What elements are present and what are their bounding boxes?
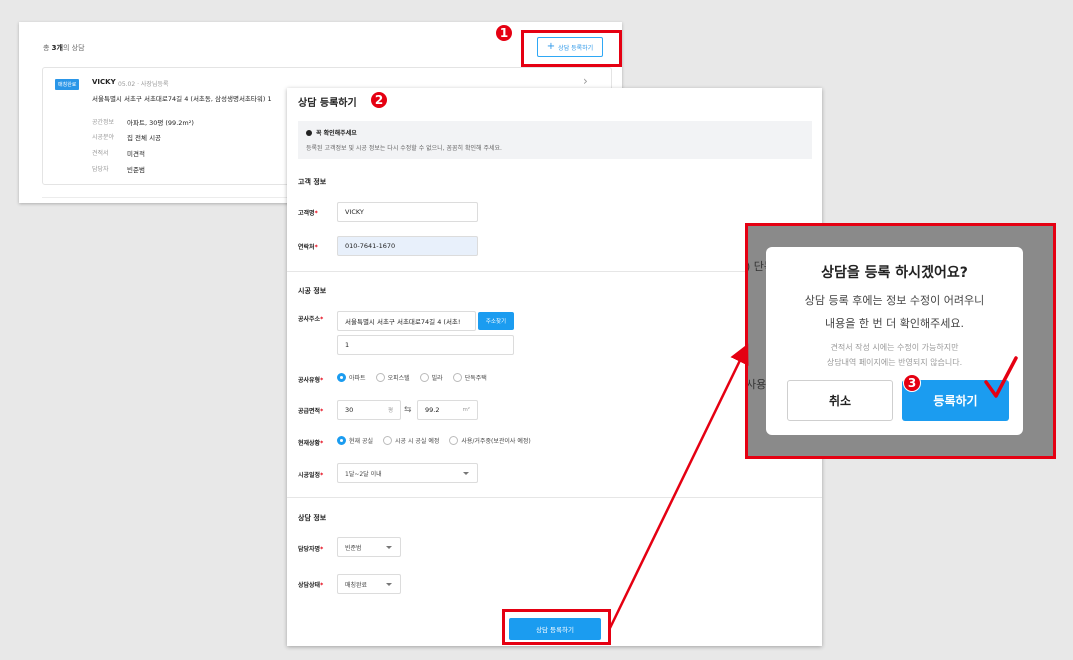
customer-name: VICKY <box>92 78 116 86</box>
chevron-down-icon <box>386 545 392 549</box>
card-address: 서울특별시 서초구 서초대로74길 4 (서초동, 삼성생명서초타워) 1 <box>92 95 272 103</box>
section-customer-info: 고객 정보 <box>298 178 327 186</box>
card-row-value: 집 전체 시공 <box>127 134 162 142</box>
consult-register-form: 상담 등록하기 꼭 확인해주세요 등록된 고객정보 및 시공 정보는 다시 수정… <box>287 88 822 646</box>
construction-type-radio-group: 아파트 오피스텔 빌라 단독주택 <box>337 373 487 382</box>
radio-vacant-planned[interactable]: 시공 시 공실 예정 <box>383 436 439 445</box>
status-badge: 매칭완료 <box>55 79 80 90</box>
card-row-value: 빈준범 <box>127 166 145 174</box>
section-construction-info: 시공 정보 <box>298 287 327 295</box>
radio-officetel[interactable]: 오피스텔 <box>375 373 410 382</box>
card-row-value: 아파트, 30평 (99.2m²) <box>127 119 194 127</box>
notice-title: 꼭 확인해주세요 <box>306 128 357 137</box>
schedule-label: 시공일정* <box>298 472 324 479</box>
radio-house[interactable]: 단독주택 <box>452 373 487 382</box>
notice-box: 꼭 확인해주세요 등록된 고객정보 및 시공 정보는 다시 수정할 수 없으니,… <box>298 121 812 159</box>
manager-label: 담당자명* <box>298 546 324 553</box>
address-search-button[interactable]: 주소찾기 <box>478 312 514 330</box>
step-2-marker: 2 <box>370 91 388 109</box>
notice-text: 등록된 고객정보 및 시공 정보는 다시 수정할 수 없으니, 꼼꼼히 확인해 … <box>306 145 502 152</box>
schedule-select[interactable]: 1달~2달 이내 <box>337 463 478 483</box>
radio-apartment[interactable]: 아파트 <box>337 373 366 382</box>
radio-villa[interactable]: 빌라 <box>419 373 443 382</box>
address-input[interactable]: 서울특별시 서초구 서초대로74길 4 (서초! <box>337 311 476 331</box>
divider <box>287 271 822 272</box>
card-row-label: 공간정보 <box>92 119 115 126</box>
chevron-down-icon <box>386 582 392 586</box>
consult-state-select[interactable]: 매칭완료 <box>337 574 401 594</box>
area-label: 공급면적* <box>298 408 324 415</box>
swap-arrows-icon: ⇆ <box>404 405 412 415</box>
highlight-box-step-1 <box>521 30 622 67</box>
info-dot-icon <box>306 129 312 136</box>
phone-label: 연락처* <box>298 244 318 251</box>
current-status-radio-group: 현재 공실 시공 시 공실 예정 사용/거주중(보관이사 예정) <box>337 436 531 445</box>
address-detail-input[interactable]: 1 <box>337 335 514 355</box>
radio-vacant[interactable]: 현재 공실 <box>337 436 373 445</box>
highlight-box-step-3 <box>745 223 1056 459</box>
manager-select[interactable]: 빈준범 <box>337 537 401 557</box>
radio-occupied[interactable]: 사용/거주중(보관이사 예정) <box>449 436 531 445</box>
step-3-marker: 3 <box>903 374 921 392</box>
chevron-right-icon[interactable]: › <box>583 74 588 88</box>
card-row-label: 담당자 <box>92 166 109 173</box>
card-row-label: 시공분야 <box>92 134 115 141</box>
card-meta: 05.02 · 사장님등록 <box>118 81 169 88</box>
card-row-label: 견적서 <box>92 150 109 157</box>
area-pyeong-input[interactable]: 30 평 <box>337 400 401 420</box>
step-1-marker: 1 <box>495 24 513 42</box>
divider <box>287 497 822 498</box>
consult-state-label: 상담상태* <box>298 582 324 589</box>
phone-input[interactable]: 010-7641-1670 <box>337 236 478 256</box>
customer-name-input[interactable]: VICKY <box>337 202 478 222</box>
chevron-down-icon <box>463 471 469 475</box>
highlight-box-step-2 <box>502 609 611 645</box>
notice-title-text: 꼭 확인해주세요 <box>316 130 357 137</box>
address-label: 공사주소* <box>298 316 324 323</box>
card-row-value: 미견적 <box>127 150 145 158</box>
construction-type-label: 공사유형* <box>298 377 324 384</box>
customer-name-label: 고객명* <box>298 210 318 217</box>
area-m2-input[interactable]: 99.2 m² <box>417 400 478 420</box>
current-status-label: 현재상황* <box>298 440 324 447</box>
form-title: 상담 등록하기 <box>298 98 357 109</box>
consult-total-count: 총 3개의 상담 <box>43 44 85 52</box>
section-consult-info: 상담 정보 <box>298 514 327 522</box>
